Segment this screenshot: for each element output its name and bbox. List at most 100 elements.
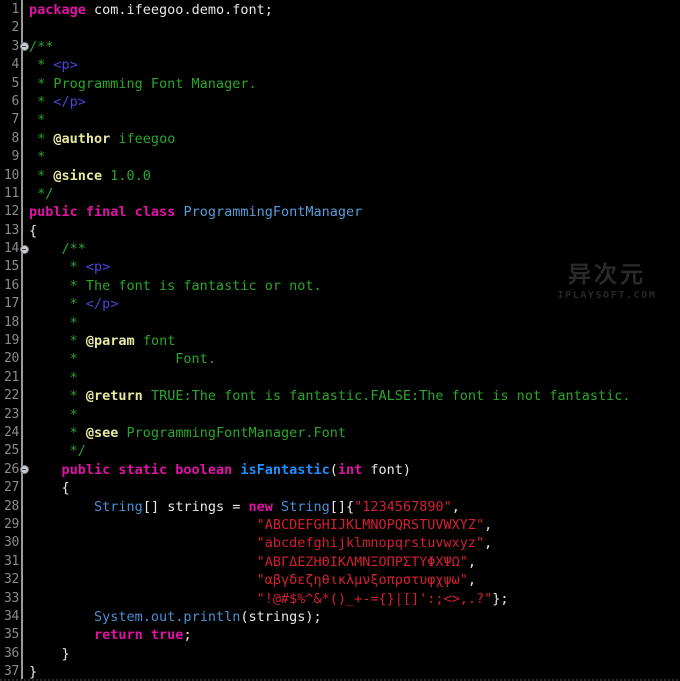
code-line[interactable]: */ bbox=[29, 185, 680, 203]
line-number[interactable]: 10 bbox=[0, 167, 26, 185]
code-line[interactable]: * </p> bbox=[29, 93, 680, 111]
code-line[interactable]: "ΑΒΓΔΕΖΗΘΙΚΛΜΝΞΟΠΡΣΤΥΦΧΨΩ", bbox=[29, 553, 680, 571]
code-line[interactable]: * </p> bbox=[29, 295, 680, 313]
indent bbox=[29, 535, 257, 551]
code-line[interactable]: System.out.println(strings); bbox=[29, 608, 680, 626]
code-line[interactable]: public final class ProgrammingFontManage… bbox=[29, 203, 680, 221]
code-line[interactable]: /** bbox=[29, 240, 680, 258]
code-content-area[interactable]: package com.ifeegoo.demo.font; /** * <p>… bbox=[26, 0, 680, 681]
line-number[interactable]: 21 bbox=[0, 369, 26, 387]
code-line[interactable]: * The font is fantastic or not. bbox=[29, 277, 680, 295]
line-number[interactable]: 24 bbox=[0, 424, 26, 442]
code-line[interactable]: { bbox=[29, 479, 680, 497]
code-line[interactable]: * @see ProgrammingFontManager.Font bbox=[29, 424, 680, 442]
line-number[interactable]: 16 bbox=[0, 277, 26, 295]
javadoc-text: ifeegoo bbox=[110, 131, 175, 147]
indent bbox=[29, 499, 94, 515]
keyword-package: package bbox=[29, 2, 86, 18]
type-string: String bbox=[273, 499, 330, 515]
code-line[interactable]: package com.ifeegoo.demo.font; bbox=[29, 1, 680, 19]
code-line[interactable]: * bbox=[29, 314, 680, 332]
javadoc-star: * bbox=[29, 315, 78, 331]
line-number[interactable]: 7 bbox=[0, 111, 26, 129]
code-line[interactable]: "ABCDEFGHIJKLMNOPQRSTUVWXYZ", bbox=[29, 516, 680, 534]
line-number[interactable]: 36 bbox=[0, 645, 26, 663]
call-arguments: (strings); bbox=[240, 609, 321, 625]
string-literal-lowercase-latin: "abcdefghijklmnopqrstuvwxyz" bbox=[257, 535, 485, 551]
line-number[interactable]: 9 bbox=[0, 148, 26, 166]
line-number[interactable]: 19 bbox=[0, 332, 26, 350]
line-number[interactable]: 18 bbox=[0, 314, 26, 332]
line-number[interactable]: 12 bbox=[0, 203, 26, 221]
declaration-text: [] strings = bbox=[143, 499, 249, 515]
code-line[interactable]: * Font. bbox=[29, 350, 680, 368]
javadoc-star: * bbox=[29, 425, 86, 441]
code-line[interactable]: * @param font bbox=[29, 332, 680, 350]
javadoc-text: TRUE:The font is fantastic.FALSE:The fon… bbox=[143, 388, 631, 404]
line-number[interactable]: 13 bbox=[0, 222, 26, 240]
line-number[interactable]: 23 bbox=[0, 406, 26, 424]
line-number[interactable]: 35 bbox=[0, 626, 26, 644]
code-line[interactable]: * bbox=[29, 111, 680, 129]
code-line[interactable]: "abcdefghijklmnopqrstuvwxyz", bbox=[29, 534, 680, 552]
code-line[interactable]: public static boolean isFantastic(int fo… bbox=[29, 461, 680, 479]
line-number[interactable]: 8 bbox=[0, 130, 26, 148]
code-line[interactable]: "αβγδεζηθικλμνξοπρστυφχψω", bbox=[29, 571, 680, 589]
line-number[interactable]: 33 bbox=[0, 590, 26, 608]
line-number[interactable]: 3 bbox=[0, 38, 26, 56]
code-line[interactable]: * @since 1.0.0 bbox=[29, 167, 680, 185]
line-number[interactable]: 30 bbox=[0, 534, 26, 552]
code-line[interactable] bbox=[29, 19, 680, 37]
code-line[interactable]: { bbox=[29, 222, 680, 240]
line-number[interactable]: 32 bbox=[0, 571, 26, 589]
code-line[interactable]: * @author ifeegoo bbox=[29, 130, 680, 148]
line-number[interactable]: 14 bbox=[0, 240, 26, 258]
code-line[interactable]: } bbox=[29, 645, 680, 663]
code-line[interactable]: /** bbox=[29, 38, 680, 56]
indent bbox=[29, 609, 94, 625]
line-number[interactable]: 17 bbox=[0, 295, 26, 313]
javadoc-star: * bbox=[29, 131, 53, 147]
class-name: ProgrammingFontManager bbox=[175, 204, 362, 220]
line-number[interactable]: 26 bbox=[0, 461, 26, 479]
line-number[interactable]: 1 bbox=[0, 1, 26, 19]
comma: , bbox=[468, 572, 476, 588]
line-number[interactable]: 25 bbox=[0, 442, 26, 460]
code-line[interactable]: "!@#$%^&*()_+-={}|[]':;<>,.?"}; bbox=[29, 590, 680, 608]
code-line[interactable]: return true; bbox=[29, 626, 680, 644]
line-number-gutter[interactable]: 1 2 3 4 5 6 7 8 9 10 11 12 13 14 15 16 1… bbox=[0, 0, 26, 681]
javadoc-tag-since: @since bbox=[53, 168, 102, 184]
line-number[interactable]: 2 bbox=[0, 19, 26, 37]
code-line[interactable]: * bbox=[29, 148, 680, 166]
code-line[interactable]: String[] strings = new String[]{"1234567… bbox=[29, 498, 680, 516]
line-number[interactable]: 11 bbox=[0, 185, 26, 203]
code-line[interactable]: * Programming Font Manager. bbox=[29, 75, 680, 93]
javadoc-text: * Font. bbox=[29, 351, 216, 367]
line-number[interactable]: 34 bbox=[0, 608, 26, 626]
code-line[interactable]: * <p> bbox=[29, 258, 680, 276]
line-number[interactable]: 28 bbox=[0, 498, 26, 516]
code-line[interactable]: * bbox=[29, 406, 680, 424]
code-line[interactable]: */ bbox=[29, 442, 680, 460]
javadoc-tag-param: @param bbox=[86, 333, 135, 349]
line-number[interactable]: 31 bbox=[0, 553, 26, 571]
code-line[interactable]: * @return TRUE:The font is fantastic.FAL… bbox=[29, 387, 680, 405]
string-literal-uppercase-greek: "ΑΒΓΔΕΖΗΘΙΚΛΜΝΞΟΠΡΣΤΥΦΧΨΩ" bbox=[257, 554, 468, 570]
line-number[interactable]: 20 bbox=[0, 350, 26, 368]
javadoc-html-tag: </p> bbox=[86, 296, 119, 312]
line-number[interactable]: 27 bbox=[0, 479, 26, 497]
line-number[interactable]: 4 bbox=[0, 56, 26, 74]
line-number[interactable]: 29 bbox=[0, 516, 26, 534]
code-line[interactable]: * bbox=[29, 369, 680, 387]
code-line[interactable]: * <p> bbox=[29, 56, 680, 74]
line-number[interactable]: 15 bbox=[0, 258, 26, 276]
javadoc-star: * bbox=[29, 149, 45, 165]
line-number[interactable]: 6 bbox=[0, 93, 26, 111]
array-brackets: []{ bbox=[330, 499, 354, 515]
indent bbox=[29, 554, 257, 570]
code-editor[interactable]: 1 2 3 4 5 6 7 8 9 10 11 12 13 14 15 16 1… bbox=[0, 0, 680, 681]
return-statement: return true bbox=[94, 627, 183, 643]
line-number[interactable]: 5 bbox=[0, 75, 26, 93]
line-number[interactable]: 22 bbox=[0, 387, 26, 405]
javadoc-close: */ bbox=[29, 443, 86, 459]
